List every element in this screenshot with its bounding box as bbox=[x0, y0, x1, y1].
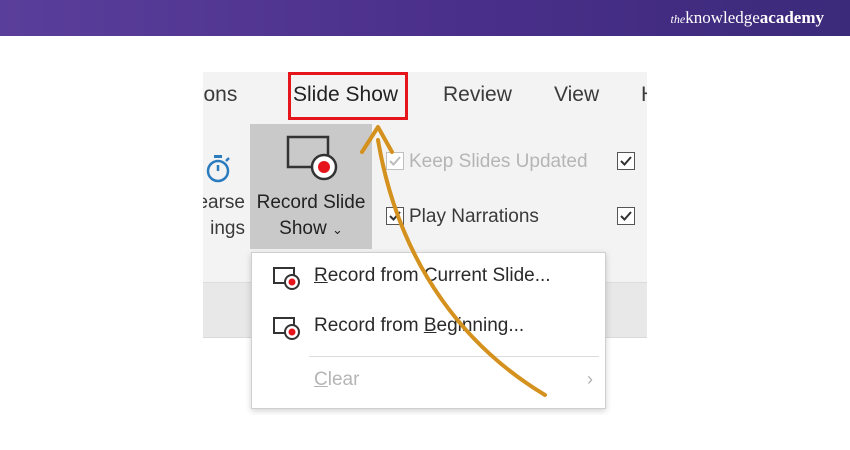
record-label-line1: Record Slide bbox=[256, 192, 366, 213]
chevron-right-icon: › bbox=[587, 369, 593, 389]
checkmark-icon bbox=[389, 156, 401, 166]
option-checkbox-right-1[interactable] bbox=[617, 152, 635, 170]
menu-item-record-current-slide[interactable]: Record from Current Slide... bbox=[252, 257, 607, 297]
tab-view[interactable]: View bbox=[554, 83, 599, 107]
header-bar: theknowledgeacademy bbox=[0, 0, 850, 36]
rehearse-label-1: earse bbox=[203, 192, 245, 213]
rehearse-label-2: ings bbox=[210, 218, 245, 239]
chevron-down-icon: ⌄ bbox=[331, 222, 343, 237]
record-slide-icon bbox=[273, 267, 300, 290]
rehearse-timings-button[interactable]: earse ings bbox=[203, 190, 245, 242]
option-checkbox-right-2[interactable] bbox=[617, 207, 635, 225]
record-dropdown-menu: Record from Current Slide... Record from… bbox=[251, 252, 606, 409]
highlight-box bbox=[288, 72, 408, 120]
menu-divider bbox=[309, 356, 599, 357]
checkmark-icon bbox=[389, 211, 401, 221]
brand-name: knowledge bbox=[685, 8, 760, 27]
menu-item-label: Clear bbox=[314, 369, 360, 390]
tab-review[interactable]: Review bbox=[443, 83, 512, 107]
powerpoint-screenshot: tions Slide Show Review View H earse ing… bbox=[203, 72, 647, 415]
menu-item-record-from-beginning[interactable]: Record from Beginning... bbox=[252, 307, 607, 347]
keep-slides-updated-label: Keep Slides Updated bbox=[409, 151, 588, 172]
checkmark-icon bbox=[620, 211, 632, 221]
keep-slides-updated-checkbox[interactable] bbox=[386, 152, 404, 170]
record-slide-show-button[interactable]: Record Slide Show ⌄ bbox=[250, 124, 372, 249]
menu-item-label: Record from Beginning... bbox=[314, 315, 525, 336]
checkmark-icon bbox=[620, 156, 632, 166]
record-slide-icon bbox=[286, 135, 338, 181]
play-narrations-checkbox[interactable] bbox=[386, 207, 404, 225]
tab-home[interactable]: H bbox=[641, 83, 647, 107]
play-narrations-label: Play Narrations bbox=[409, 206, 539, 227]
stopwatch-icon bbox=[206, 155, 230, 183]
record-slide-show-label: Record Slide Show ⌄ bbox=[250, 190, 372, 243]
brand-logo: theknowledgeacademy bbox=[671, 8, 824, 28]
ribbon-tabs: tions Slide Show Review View H bbox=[203, 72, 647, 122]
menu-item-label: Record from Current Slide... bbox=[314, 265, 551, 286]
tab-transitions[interactable]: tions bbox=[203, 83, 237, 107]
brand-suffix: academy bbox=[759, 8, 824, 27]
record-label-line2: Show bbox=[279, 218, 327, 239]
brand-prefix: the bbox=[670, 12, 686, 26]
menu-item-clear[interactable]: Clear › bbox=[252, 361, 607, 401]
record-slide-icon bbox=[273, 317, 300, 340]
